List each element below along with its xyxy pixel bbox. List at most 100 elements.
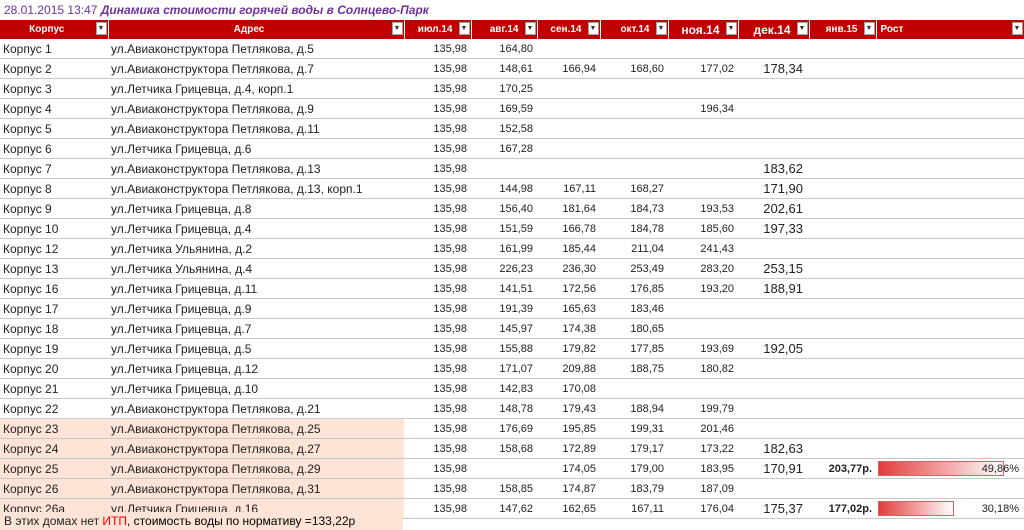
cell-korpus[interactable]: Корпус 8 (0, 178, 108, 199)
cell-address[interactable]: ул.Летчика Грицевца, д.5 (108, 338, 404, 359)
cell-jul[interactable]: 135,98 (404, 158, 471, 179)
cell-address[interactable]: ул.Летчика Грицевца, д.6 (108, 138, 404, 159)
cell-address[interactable]: ул.Авиаконструктора Петлякова, д.25 (108, 418, 404, 439)
cell-oct[interactable] (600, 138, 668, 159)
cell-nov[interactable]: 173,22 (668, 438, 738, 459)
cell-sep[interactable]: 162,65 (537, 498, 600, 519)
cell-oct[interactable]: 177,85 (600, 338, 668, 359)
cell-jul[interactable]: 135,98 (404, 298, 471, 319)
cell-jan[interactable] (809, 158, 876, 179)
cell-dec[interactable]: 253,15 (738, 258, 809, 279)
cell-oct[interactable]: 211,04 (600, 238, 668, 259)
cell-rost[interactable] (876, 298, 1024, 319)
cell-sep[interactable]: 179,82 (537, 338, 600, 359)
cell-jul[interactable]: 135,98 (404, 118, 471, 139)
cell-dec[interactable]: 183,62 (738, 158, 809, 179)
cell-nov[interactable]: 183,95 (668, 458, 738, 479)
cell-rost[interactable] (876, 278, 1024, 299)
cell-jul[interactable]: 135,98 (404, 58, 471, 79)
cell-dec[interactable] (738, 398, 809, 419)
cell-jan[interactable] (809, 298, 876, 319)
cell-korpus[interactable]: Корпус 20 (0, 358, 108, 379)
cell-oct[interactable] (600, 78, 668, 99)
cell-rost[interactable] (876, 398, 1024, 419)
cell-oct[interactable]: 168,60 (600, 58, 668, 79)
cell-jul[interactable]: 135,98 (404, 178, 471, 199)
cell-jan[interactable] (809, 39, 876, 59)
cell-jan[interactable] (809, 198, 876, 219)
cell-rost[interactable]: 30,18% (876, 498, 1024, 519)
cell-sep[interactable]: 174,87 (537, 478, 600, 499)
cell-address[interactable]: ул.Авиаконструктора Петлякова, д.13 (108, 158, 404, 179)
cell-address[interactable]: ул.Авиаконструктора Петлякова, д.21 (108, 398, 404, 419)
cell-jul[interactable]: 135,98 (404, 338, 471, 359)
cell-jan[interactable] (809, 438, 876, 459)
cell-oct[interactable]: 180,65 (600, 318, 668, 339)
cell-korpus[interactable]: Корпус 2 (0, 58, 108, 79)
cell-jan[interactable] (809, 178, 876, 199)
cell-rost[interactable] (876, 39, 1024, 59)
cell-rost[interactable] (876, 238, 1024, 259)
cell-aug[interactable]: 145,97 (471, 318, 537, 339)
cell-korpus[interactable]: Корпус 26 (0, 478, 108, 499)
cell-oct[interactable]: 184,78 (600, 218, 668, 239)
filter-dropdown-icon[interactable]: ▼ (863, 22, 875, 35)
cell-aug[interactable]: 170,25 (471, 78, 537, 99)
cell-oct[interactable]: 176,85 (600, 278, 668, 299)
cell-jan[interactable] (809, 378, 876, 399)
cell-sep[interactable]: 174,05 (537, 458, 600, 479)
cell-dec[interactable]: 178,34 (738, 58, 809, 79)
cell-jan[interactable] (809, 138, 876, 159)
cell-rost[interactable] (876, 418, 1024, 439)
cell-dec[interactable] (738, 98, 809, 119)
cell-aug[interactable]: 171,07 (471, 358, 537, 379)
cell-address[interactable]: ул.Летчика Грицевца, д.11 (108, 278, 404, 299)
cell-sep[interactable] (537, 39, 600, 59)
filter-dropdown-icon[interactable]: ▼ (655, 22, 667, 35)
cell-address[interactable]: ул.Летчика Грицевца, д.12 (108, 358, 404, 379)
cell-sep[interactable]: 172,56 (537, 278, 600, 299)
cell-sep[interactable] (537, 158, 600, 179)
cell-jul[interactable]: 135,98 (404, 398, 471, 419)
cell-nov[interactable]: 196,34 (668, 98, 738, 119)
cell-dec[interactable]: 171,90 (738, 178, 809, 199)
cell-nov[interactable]: 201,46 (668, 418, 738, 439)
cell-korpus[interactable]: Корпус 4 (0, 98, 108, 119)
cell-rost[interactable] (876, 218, 1024, 239)
cell-jul[interactable]: 135,98 (404, 238, 471, 259)
cell-nov[interactable] (668, 118, 738, 139)
cell-address[interactable]: ул.Летчика Ульянина, д.2 (108, 238, 404, 259)
cell-sep[interactable] (537, 98, 600, 119)
filter-dropdown-icon[interactable]: ▼ (725, 22, 737, 35)
cell-aug[interactable]: 156,40 (471, 198, 537, 219)
cell-nov[interactable]: 193,69 (668, 338, 738, 359)
cell-jan[interactable] (809, 318, 876, 339)
cell-address[interactable]: ул.Летчика Ульянина, д.4 (108, 258, 404, 279)
cell-korpus[interactable]: Корпус 18 (0, 318, 108, 339)
cell-dec[interactable] (738, 378, 809, 399)
cell-address[interactable]: ул.Авиаконструктора Петлякова, д.9 (108, 98, 404, 119)
cell-jan[interactable]: 177,02р. (809, 498, 876, 519)
cell-aug[interactable]: 158,85 (471, 478, 537, 499)
cell-rost[interactable] (876, 118, 1024, 139)
cell-dec[interactable]: 197,33 (738, 218, 809, 239)
cell-nov[interactable]: 187,09 (668, 478, 738, 499)
cell-sep[interactable]: 172,89 (537, 438, 600, 459)
cell-korpus[interactable]: Корпус 17 (0, 298, 108, 319)
cell-oct[interactable] (600, 118, 668, 139)
cell-aug[interactable]: 144,98 (471, 178, 537, 199)
cell-oct[interactable]: 179,17 (600, 438, 668, 459)
cell-rost[interactable] (876, 258, 1024, 279)
cell-korpus[interactable]: Корпус 12 (0, 238, 108, 259)
cell-address[interactable]: ул.Летчика Грицевца, д.9 (108, 298, 404, 319)
cell-jan[interactable] (809, 98, 876, 119)
cell-jul[interactable]: 135,98 (404, 39, 471, 59)
cell-rost[interactable] (876, 438, 1024, 459)
cell-oct[interactable]: 168,27 (600, 178, 668, 199)
cell-sep[interactable]: 166,94 (537, 58, 600, 79)
cell-rost[interactable] (876, 378, 1024, 399)
cell-jan[interactable] (809, 238, 876, 259)
cell-nov[interactable] (668, 178, 738, 199)
cell-dec[interactable]: 182,63 (738, 438, 809, 459)
cell-nov[interactable] (668, 298, 738, 319)
